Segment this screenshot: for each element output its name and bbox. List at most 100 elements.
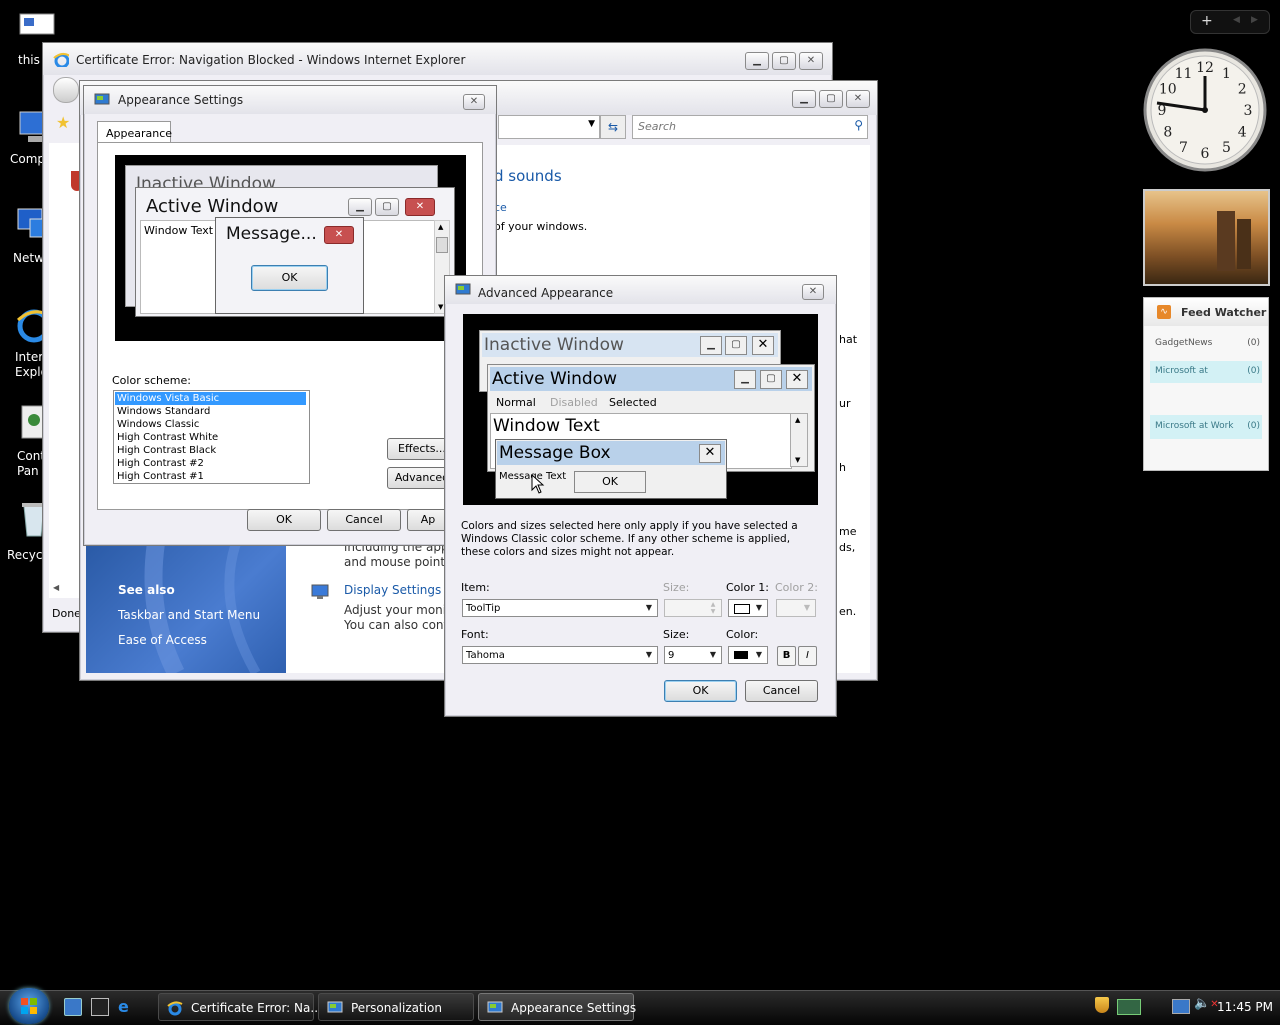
adv-active-titlebar: Active Window ▁ ▢ ✕	[490, 367, 812, 391]
cancel-button[interactable]: Cancel	[327, 509, 401, 531]
font-select[interactable]: Tahoma ▼	[462, 646, 658, 664]
color1-picker[interactable]: ▼	[728, 599, 768, 617]
feed-item[interactable]: Microsoft at Work (0)	[1150, 415, 1262, 439]
cancel-button[interactable]: Cancel	[745, 680, 818, 702]
chevron-down-icon[interactable]: ▼	[752, 601, 766, 615]
network-status-icon[interactable]	[1117, 999, 1141, 1015]
color-scheme-label: Color scheme:	[112, 374, 191, 387]
internet-explorer-icon	[53, 52, 69, 67]
security-shield-icon[interactable]	[1095, 997, 1109, 1013]
font-color-picker[interactable]: ▼	[728, 646, 768, 664]
tab-appearance[interactable]: Appearance	[97, 121, 172, 143]
apply-button[interactable]: Ap	[407, 509, 449, 531]
ok-button[interactable]: OK	[664, 680, 737, 702]
clock-numeral: 6	[1201, 146, 1210, 162]
favorites-star-icon[interactable]: ★	[56, 113, 70, 132]
clock-gadget[interactable]: 12 1234567891011	[1143, 48, 1267, 172]
scroll-up-icon: ▲	[438, 223, 444, 231]
desktop-label-network[interactable]: Netw	[13, 251, 44, 265]
previous-icon[interactable]: ◀	[1233, 15, 1240, 25]
minimize-button[interactable]: ▁	[745, 52, 769, 70]
taskbar-label: Appearance Settings	[511, 1001, 637, 1015]
adv-active-close-icon: ✕	[786, 370, 808, 389]
chevron-down-icon[interactable]: ▼	[642, 601, 656, 615]
ie-scroll-left[interactable]: ◀	[53, 583, 73, 597]
chevron-down-icon[interactable]: ▼	[706, 648, 720, 662]
scroll-down-icon: ▼	[438, 303, 444, 311]
font-label: Font:	[461, 628, 489, 641]
ie-titlebar[interactable]: Certificate Error: Navigation Blocked - …	[43, 43, 832, 75]
bold-button[interactable]: B	[777, 646, 796, 666]
font-select-value: Tahoma	[466, 650, 505, 661]
ok-button[interactable]: OK	[247, 509, 321, 531]
add-gadget-icon[interactable]: +	[1201, 13, 1213, 29]
adv-window-text: Window Text	[493, 416, 600, 436]
appearance-titlebar[interactable]: Appearance Settings ✕	[84, 86, 496, 114]
advanced-titlebar[interactable]: Advanced Appearance ✕	[445, 276, 836, 304]
minimize-button[interactable]: ▁	[792, 90, 816, 108]
feed-name: Microsoft at Work	[1155, 421, 1234, 431]
clock-time[interactable]: 11:45 PM	[1217, 1000, 1273, 1014]
search-icon[interactable]: ⚲	[854, 118, 863, 132]
clock-numeral: 8	[1163, 125, 1172, 141]
refresh-button[interactable]: ⇆	[600, 115, 626, 139]
item-label: Item:	[461, 581, 490, 594]
taskbar-label: Certificate Error: Na...	[191, 1001, 322, 1015]
color-scheme-list[interactable]: Windows Vista Basic Windows Standard Win…	[113, 390, 310, 484]
rss-icon: ∿	[1157, 305, 1171, 319]
taskbar-button-ie[interactable]: Certificate Error: Na...	[158, 993, 322, 1021]
search-input[interactable]: Search ⚲	[632, 115, 868, 139]
preview-message-close-icon: ✕	[324, 226, 354, 244]
right-fragment-1: hat	[839, 333, 858, 346]
feed-item[interactable]: GadgetNews (0)	[1150, 335, 1262, 351]
color-scheme-item[interactable]: High Contrast White	[117, 431, 218, 444]
close-button[interactable]: ✕	[463, 94, 485, 110]
display-settings-icon	[311, 584, 329, 600]
item-select[interactable]: ToolTip ▼	[462, 599, 658, 617]
display-settings-link[interactable]: Display Settings	[344, 583, 441, 597]
chevron-down-icon[interactable]: ▼	[642, 648, 656, 662]
color-scheme-item[interactable]: Windows Classic	[117, 418, 199, 431]
taskbar-button-personalization[interactable]: Personalization	[318, 993, 474, 1021]
adv-inactive-minimize-icon: ▁	[700, 336, 722, 355]
quicklaunch-ie-icon[interactable]: e	[118, 997, 136, 1016]
see-also-link-ease-of-access[interactable]: Ease of Access	[118, 633, 207, 647]
maximize-button[interactable]: ▢	[772, 52, 796, 70]
address-dropdown-icon[interactable]: ▼	[588, 119, 595, 129]
preview-maximize-icon: ▢	[375, 198, 399, 216]
color-scheme-item[interactable]: Windows Vista Basic	[115, 392, 306, 405]
close-button[interactable]: ✕	[846, 90, 870, 108]
color-scheme-item[interactable]: High Contrast #2	[117, 457, 204, 470]
preview-minimize-icon: ▁	[348, 198, 372, 216]
italic-button[interactable]: I	[798, 646, 817, 666]
description-fragment: of your windows.	[494, 220, 588, 233]
feed-item[interactable]: Microsoft at (0)	[1150, 361, 1262, 383]
feed-count: (0)	[1247, 338, 1260, 348]
quicklaunch-show-desktop-icon[interactable]	[64, 998, 82, 1016]
monitor-icon[interactable]	[1172, 999, 1190, 1014]
chevron-down-icon[interactable]: ▼	[752, 648, 766, 662]
ie-back-button[interactable]	[53, 77, 79, 103]
next-icon[interactable]: ▶	[1251, 15, 1258, 25]
desktop-label-this[interactable]: this	[18, 53, 40, 67]
font-size-select[interactable]: 9 ▼	[664, 646, 722, 664]
color-scheme-item[interactable]: Windows Standard	[117, 405, 210, 418]
appearance-settings-dialog: Appearance Settings ✕ Appearance Inactiv…	[83, 85, 497, 546]
maximize-button[interactable]: ▢	[819, 90, 843, 108]
color-scheme-item[interactable]: High Contrast Black	[117, 444, 216, 457]
desktop-label-recycle-bin[interactable]: Recycl	[7, 548, 46, 562]
volume-muted-icon[interactable]: 🔈✕	[1194, 996, 1219, 1011]
start-button[interactable]	[9, 988, 49, 1024]
quicklaunch-switch-windows-icon[interactable]	[91, 998, 109, 1016]
document-icon[interactable]	[16, 12, 56, 36]
color-scheme-item[interactable]: High Contrast #1	[117, 470, 204, 483]
close-button[interactable]: ✕	[799, 52, 823, 70]
desktop-label-control-panel[interactable]: Cont Pan	[17, 449, 45, 479]
close-button[interactable]: ✕	[802, 284, 824, 300]
desktop-label-computer[interactable]: Comp	[10, 152, 45, 166]
item-size-stepper: ▲ ▼	[664, 599, 722, 617]
slideshow-gadget[interactable]	[1143, 189, 1270, 286]
address-bar[interactable]: ▼	[498, 115, 600, 139]
see-also-link-taskbar[interactable]: Taskbar and Start Menu	[118, 608, 260, 622]
taskbar-button-appearance[interactable]: Appearance Settings	[478, 993, 637, 1021]
